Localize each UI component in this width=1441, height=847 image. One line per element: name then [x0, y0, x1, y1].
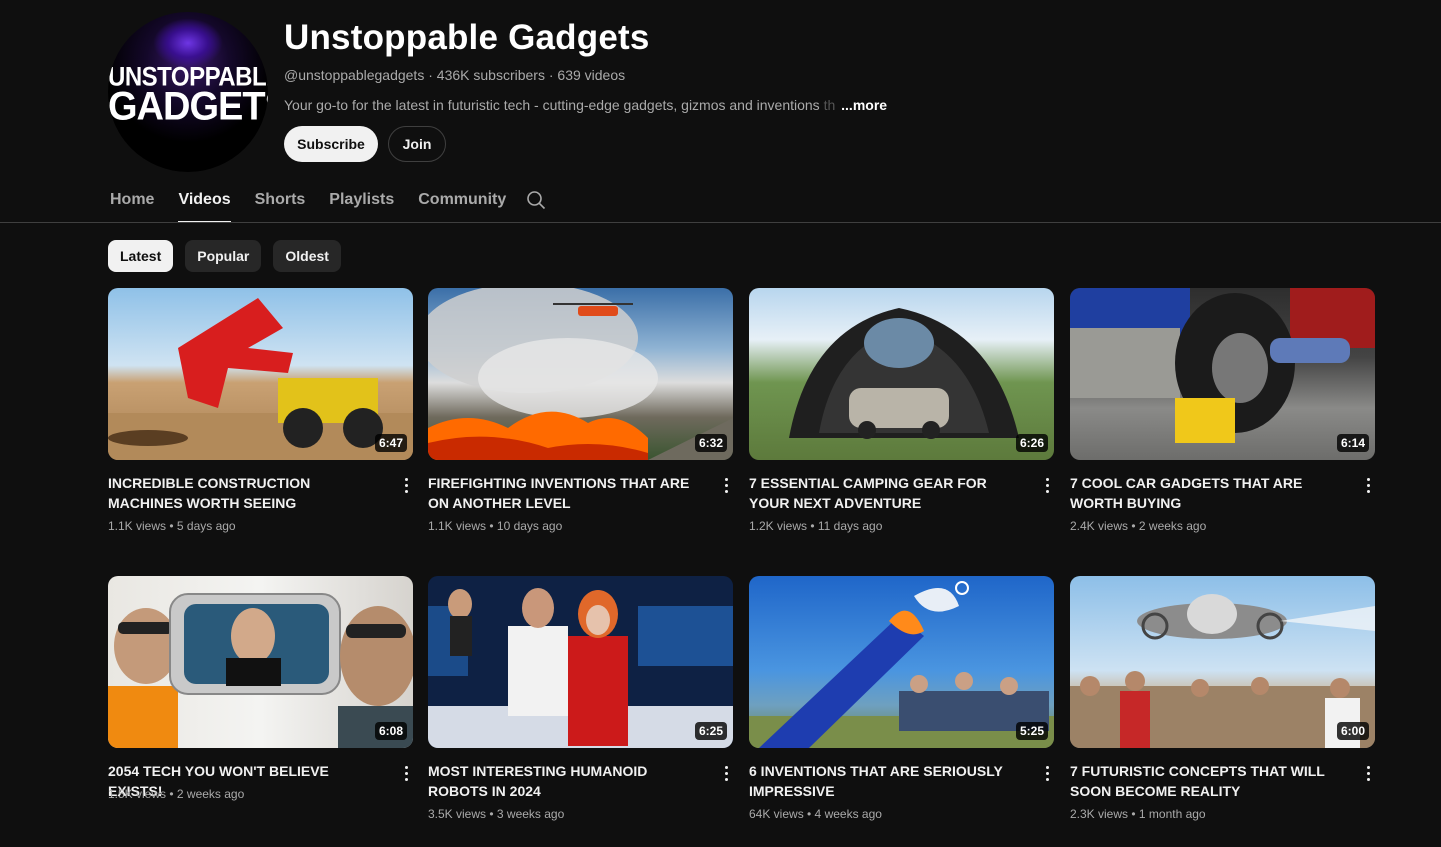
tab-community[interactable]: Community [418, 186, 506, 223]
more-vert-icon[interactable] [399, 474, 413, 496]
channel-avatar[interactable]: UNSTOPPABLE GADGETS [108, 12, 268, 172]
chip-popular[interactable]: Popular [185, 240, 262, 272]
video-title[interactable]: 7 ESSENTIAL CAMPING GEAR FOR YOUR NEXT A… [749, 473, 1019, 513]
video-duration: 6:47 [374, 434, 407, 452]
more-link[interactable]: ...more [841, 97, 887, 113]
video-duration: 6:26 [1015, 434, 1048, 452]
meta-separator: · [428, 67, 437, 83]
video-title[interactable]: 7 FUTURISTIC CONCEPTS THAT WILL SOON BEC… [1070, 761, 1340, 801]
video-meta: 64K views • 4 weeks ago [749, 807, 882, 821]
video-duration: 6:00 [1336, 722, 1369, 740]
tab-shorts[interactable]: Shorts [255, 186, 306, 223]
video-duration: 6:25 [694, 722, 727, 740]
more-vert-icon[interactable] [1040, 474, 1054, 496]
video-title[interactable]: 6 INVENTIONS THAT ARE SERIOUSLY IMPRESSI… [749, 761, 1019, 801]
video-duration: 6:32 [694, 434, 727, 452]
more-vert-icon[interactable] [1361, 762, 1375, 784]
more-vert-icon[interactable] [1361, 474, 1375, 496]
video-thumbnail[interactable]: 6:08 [108, 576, 413, 748]
channel-name: Unstoppable Gadgets [284, 18, 650, 57]
video-thumbnail[interactable]: 6:00 [1070, 576, 1375, 748]
video-card[interactable]: 6:47 INCREDIBLE CONSTRUCTION MACHINES WO… [108, 288, 413, 533]
tab-videos[interactable]: Videos [178, 186, 231, 223]
video-card[interactable]: 6:14 7 COOL CAR GADGETS THAT ARE WORTH B… [1070, 288, 1375, 533]
video-meta: 1.1K views • 5 days ago [108, 519, 236, 533]
join-button[interactable]: Join [388, 126, 446, 162]
video-meta: 1.5K views • 2 weeks ago [108, 787, 245, 801]
video-count: 639 videos [557, 67, 626, 83]
video-card[interactable]: 5:25 6 INVENTIONS THAT ARE SERIOUSLY IMP… [749, 576, 1054, 821]
video-card[interactable]: 6:25 MOST INTERESTING HUMANOID ROBOTS IN… [428, 576, 733, 821]
tab-playlists[interactable]: Playlists [329, 186, 394, 223]
video-meta: 1.2K views • 11 days ago [749, 519, 883, 533]
channel-description[interactable]: Your go-to for the latest in futuristic … [284, 97, 887, 113]
channel-meta: @unstoppablegadgets · 436K subscribers ·… [284, 67, 625, 83]
channel-header: UNSTOPPABLE GADGETS Unstoppable Gadgets … [108, 12, 1368, 182]
video-meta: 1.1K views • 10 days ago [428, 519, 563, 533]
video-title[interactable]: 7 COOL CAR GADGETS THAT ARE WORTH BUYING [1070, 473, 1340, 513]
video-card[interactable]: 6:08 2054 TECH YOU WON'T BELIEVE EXISTS!… [108, 576, 413, 801]
video-duration: 6:08 [374, 722, 407, 740]
video-card[interactable]: 6:00 7 FUTURISTIC CONCEPTS THAT WILL SOO… [1070, 576, 1375, 821]
chip-oldest[interactable]: Oldest [273, 240, 341, 272]
sort-chips: Latest Popular Oldest [108, 240, 353, 272]
video-meta: 2.3K views • 1 month ago [1070, 807, 1206, 821]
video-duration: 5:25 [1015, 722, 1048, 740]
video-card[interactable]: 6:32 FIREFIGHTING INVENTIONS THAT ARE ON… [428, 288, 733, 533]
video-thumbnail[interactable]: 5:25 [749, 576, 1054, 748]
subscribe-button[interactable]: Subscribe [284, 126, 378, 162]
description-fade-text: th [823, 97, 836, 113]
video-thumbnail[interactable]: 6:47 [108, 288, 413, 460]
more-vert-icon[interactable] [1040, 762, 1054, 784]
subscriber-count: 436K subscribers [436, 67, 545, 83]
avatar-swirl-graphic [153, 18, 223, 68]
more-vert-icon[interactable] [399, 762, 413, 784]
video-thumbnail[interactable]: 6:26 [749, 288, 1054, 460]
channel-tabs: Home Videos Shorts Playlists Community [110, 186, 530, 223]
video-duration: 6:14 [1336, 434, 1369, 452]
video-thumbnail[interactable]: 6:25 [428, 576, 733, 748]
tab-home[interactable]: Home [110, 186, 154, 223]
tabs-divider [0, 222, 1441, 223]
video-thumbnail[interactable]: 6:32 [428, 288, 733, 460]
video-title[interactable]: FIREFIGHTING INVENTIONS THAT ARE ON ANOT… [428, 473, 698, 513]
more-vert-icon[interactable] [719, 762, 733, 784]
description-text: Your go-to for the latest in futuristic … [284, 97, 820, 113]
video-meta: 2.4K views • 2 weeks ago [1070, 519, 1207, 533]
video-thumbnail[interactable]: 6:14 [1070, 288, 1375, 460]
channel-handle: @unstoppablegadgets [284, 67, 425, 83]
avatar-logo-line2: GADGETS [108, 84, 268, 130]
video-card[interactable]: 6:26 7 ESSENTIAL CAMPING GEAR FOR YOUR N… [749, 288, 1054, 533]
video-title[interactable]: MOST INTERESTING HUMANOID ROBOTS IN 2024 [428, 761, 698, 801]
search-icon[interactable] [526, 190, 546, 210]
chip-latest[interactable]: Latest [108, 240, 174, 272]
video-title[interactable]: INCREDIBLE CONSTRUCTION MACHINES WORTH S… [108, 473, 378, 513]
video-meta: 3.5K views • 3 weeks ago [428, 807, 565, 821]
more-vert-icon[interactable] [719, 474, 733, 496]
